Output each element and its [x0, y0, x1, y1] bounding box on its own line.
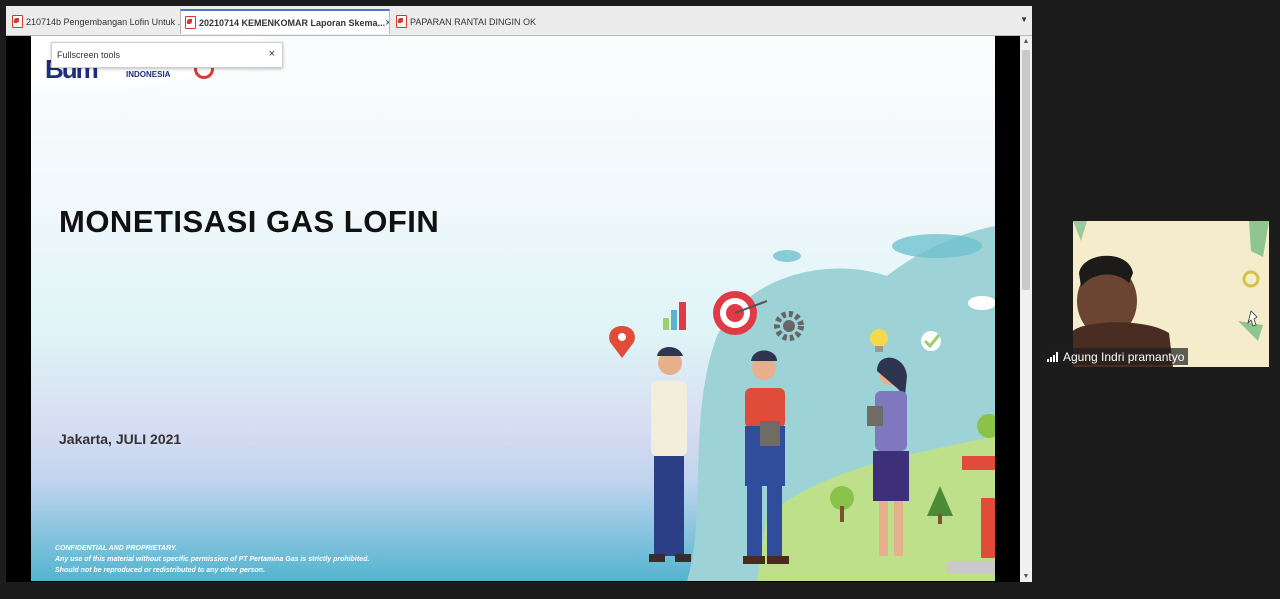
- footer-line: Should not be reproduced or redistribute…: [55, 567, 266, 574]
- signal-icon: [1047, 351, 1058, 362]
- tab-bar: 210714b Pengembangan Lofin Untuk ... 202…: [6, 6, 1032, 36]
- scroll-thumb[interactable]: [1022, 50, 1030, 290]
- fullscreen-tools-popup[interactable]: Fullscreen tools ×: [51, 42, 283, 68]
- participant-video[interactable]: [1073, 221, 1269, 367]
- checkmark-icon: [921, 331, 941, 351]
- footer-line: CONFIDENTIAL AND PROPRIETARY.: [55, 545, 177, 552]
- pdf-viewer-window: 210714b Pengembangan Lofin Untuk ... 202…: [6, 6, 1032, 582]
- tab-document-1[interactable]: 210714b Pengembangan Lofin Untuk ...: [8, 9, 180, 34]
- slide-title: MONETISASI GAS LOFIN: [59, 204, 440, 239]
- tab-document-3[interactable]: PAPARAN RANTAI DINGIN OK: [392, 9, 572, 34]
- tab-document-2-active[interactable]: 20210714 KEMENKOMAR Laporan Skema... ×: [180, 9, 390, 34]
- slide-place-date: Jakarta, JULI 2021: [59, 431, 182, 447]
- tab-label: 20210714 KEMENKOMAR Laporan Skema...: [199, 17, 386, 28]
- scroll-up-icon[interactable]: ▲: [1020, 38, 1032, 45]
- business-team-illustration: [609, 226, 995, 581]
- tab-label: 210714b Pengembangan Lofin Untuk ...: [26, 16, 180, 27]
- fullscreen-tools-label: Fullscreen tools: [57, 50, 121, 60]
- pdf-icon: [396, 15, 407, 28]
- map-pin-icon: [609, 326, 635, 358]
- confidential-notice: CONFIDENTIAL AND PROPRIETARY. Any use of…: [55, 543, 369, 576]
- participant-name-bar: Agung Indri pramantyo: [1043, 348, 1189, 365]
- participant-video-feed: [1073, 221, 1269, 367]
- bar-chart-icon: [663, 302, 686, 330]
- footer-line: Any use of this material without specifi…: [55, 556, 370, 563]
- close-icon[interactable]: ×: [385, 17, 389, 29]
- presentation-slide: Bum INDONESIA Fullscreen tools × MONETIS…: [31, 36, 995, 581]
- scroll-down-icon[interactable]: ▼: [1020, 573, 1032, 580]
- dropdown-icon[interactable]: ▼: [1020, 15, 1028, 24]
- close-icon[interactable]: ×: [269, 48, 275, 60]
- vertical-scrollbar[interactable]: ▲ ▼: [1020, 36, 1032, 582]
- pdf-icon: [12, 15, 23, 28]
- tab-label: PAPARAN RANTAI DINGIN OK: [410, 16, 537, 27]
- participant-name: Agung Indri pramantyo: [1063, 349, 1185, 364]
- pdf-icon: [185, 16, 196, 29]
- logo-text: INDONESIA: [126, 70, 171, 79]
